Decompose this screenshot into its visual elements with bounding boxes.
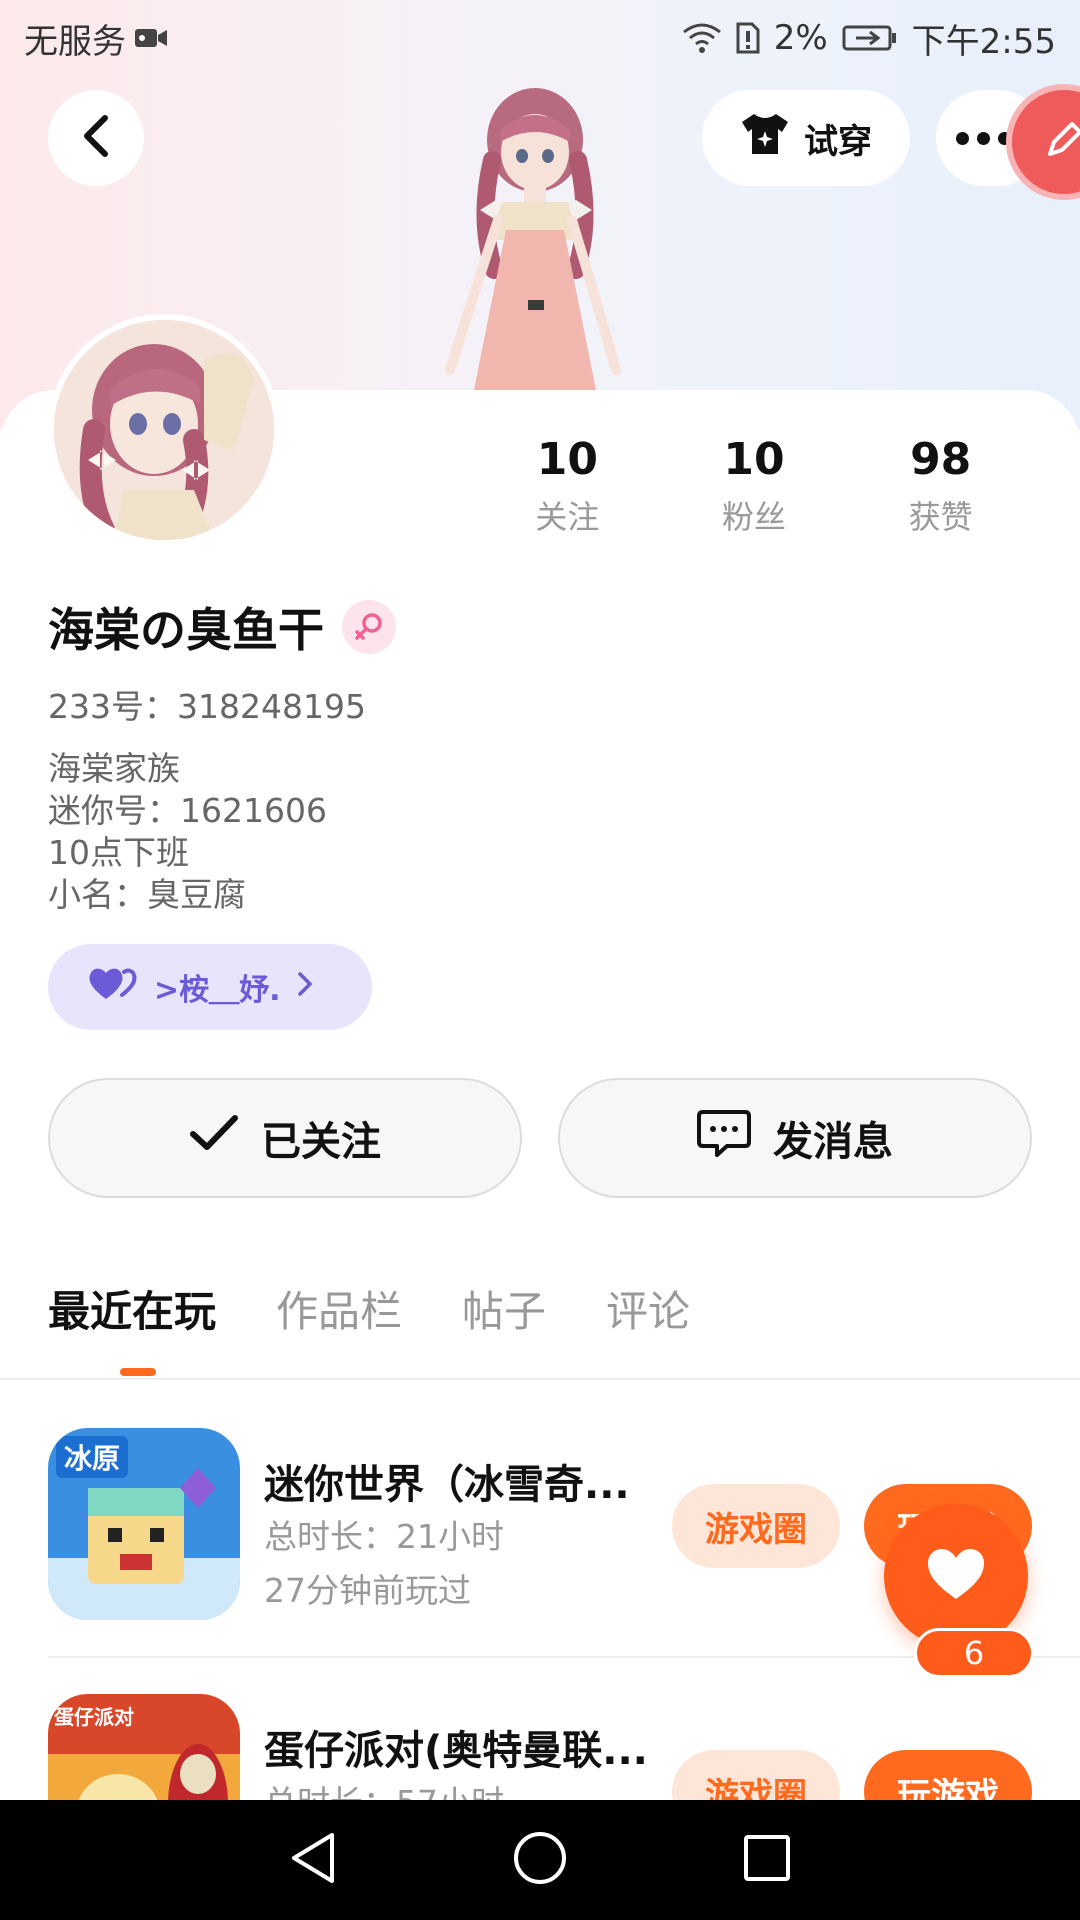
- system-navigation-bar: [0, 1800, 1080, 1920]
- like-count-badge: 6: [914, 1628, 1034, 1678]
- pencil-icon: [1040, 116, 1080, 168]
- game-duration: 总时长：57小时: [264, 1776, 504, 1800]
- game-circle-button[interactable]: 游戏圈: [672, 1484, 840, 1568]
- triangle-back-icon: [288, 1831, 338, 1889]
- chevron-right-icon: [297, 970, 313, 1005]
- game-icon-text: 蛋仔派对: [54, 1705, 134, 1729]
- nav-home-button[interactable]: [500, 1820, 580, 1900]
- try-on-button[interactable]: 试穿: [702, 90, 910, 186]
- username: 海棠の臭鱼干: [48, 603, 324, 657]
- relationship-name: >桉＿妤.: [154, 973, 281, 1008]
- stat-followers[interactable]: 10 粉丝: [661, 432, 848, 542]
- nav-back-button[interactable]: [273, 1820, 353, 1900]
- sim-alert-icon: [736, 22, 760, 54]
- play-game-button[interactable]: 玩游戏: [864, 1750, 1032, 1800]
- game-icon-mini-world: 冰原: [48, 1428, 240, 1620]
- status-bar: 无服务 2% 下午2:55: [0, 0, 1080, 76]
- divider: [0, 1378, 1080, 1380]
- bio-line: 小名：臭豆腐: [48, 875, 246, 914]
- video-camera-icon: [134, 26, 168, 50]
- tab-works[interactable]: 作品栏: [276, 1280, 402, 1344]
- nav-recents-button[interactable]: [727, 1820, 807, 1900]
- carrier-text: 无服务: [24, 21, 126, 62]
- like-button[interactable]: [884, 1504, 1028, 1648]
- avatar[interactable]: [48, 314, 280, 546]
- bio-line: 迷你号：1621606: [48, 791, 327, 830]
- username-row: 海棠の臭鱼干: [48, 594, 396, 660]
- profile-tabs: 最近在玩 作品栏 帖子 评论: [48, 1280, 690, 1376]
- stat-value: 10: [536, 434, 598, 485]
- double-heart-icon: [88, 965, 138, 1009]
- more-dots-icon: [956, 131, 969, 145]
- circle-home-icon: [512, 1830, 568, 1890]
- stat-label: 获赞: [908, 498, 973, 536]
- tab-posts[interactable]: 帖子: [462, 1280, 546, 1344]
- back-button[interactable]: [48, 90, 144, 186]
- game-icon-egg-party: 蛋仔派对: [48, 1694, 240, 1800]
- wifi-icon: [682, 22, 722, 54]
- list-item[interactable]: 蛋仔派对 蛋仔派对(奥特曼联... 总时长：57小时 游戏圈 玩游戏: [48, 1694, 1048, 1800]
- bio-line: 10点下班: [48, 833, 189, 872]
- following-label: 已关注: [261, 1119, 381, 1165]
- stat-label: 关注: [535, 498, 600, 536]
- chevron-left-icon: [81, 114, 111, 162]
- chat-bubble-icon: [697, 1108, 751, 1168]
- tab-comments[interactable]: 评论: [606, 1280, 690, 1344]
- stat-label: 粉丝: [722, 498, 787, 536]
- character-avatar-figure[interactable]: [420, 70, 650, 430]
- game-title: 蛋仔派对(奥特曼联...: [264, 1728, 648, 1774]
- tshirt-sparkle-icon: [740, 112, 790, 165]
- relationship-chip[interactable]: >桉＿妤.: [48, 944, 372, 1030]
- game-last-played: 27分钟前玩过: [264, 1571, 471, 1610]
- try-on-label: 试穿: [804, 121, 872, 162]
- battery-percent: 2%: [773, 18, 828, 58]
- tab-recently-played[interactable]: 最近在玩: [48, 1280, 216, 1344]
- game-circle-button[interactable]: 游戏圈: [672, 1750, 840, 1800]
- check-icon: [189, 1114, 239, 1162]
- active-tab-indicator: [120, 1368, 156, 1376]
- game-icon-text: 冰原: [64, 1442, 120, 1475]
- square-recents-icon: [742, 1833, 792, 1887]
- clock: 下午2:55: [911, 21, 1056, 62]
- profile-stats: 10 关注 10 粉丝 98 获赞: [474, 432, 1034, 542]
- heart-icon: [926, 1547, 986, 1605]
- stat-following[interactable]: 10 关注: [474, 432, 661, 542]
- battery-charging-icon: [842, 24, 898, 52]
- stat-value: 10: [723, 434, 785, 485]
- game-title: 迷你世界（冰雪奇...: [264, 1462, 630, 1508]
- following-button[interactable]: 已关注: [48, 1078, 522, 1198]
- bio-line: 海棠家族: [48, 749, 180, 788]
- stat-likes[interactable]: 98 获赞: [847, 432, 1034, 542]
- game-duration: 总时长：21小时: [264, 1517, 504, 1556]
- bio: 海棠家族 迷你号：1621606 10点下班 小名：臭豆腐: [48, 748, 327, 916]
- user-id: 233号：318248195: [48, 687, 366, 726]
- stat-value: 98: [910, 434, 972, 485]
- send-message-button[interactable]: 发消息: [558, 1078, 1032, 1198]
- female-gender-icon: [342, 600, 396, 654]
- send-message-label: 发消息: [773, 1119, 893, 1165]
